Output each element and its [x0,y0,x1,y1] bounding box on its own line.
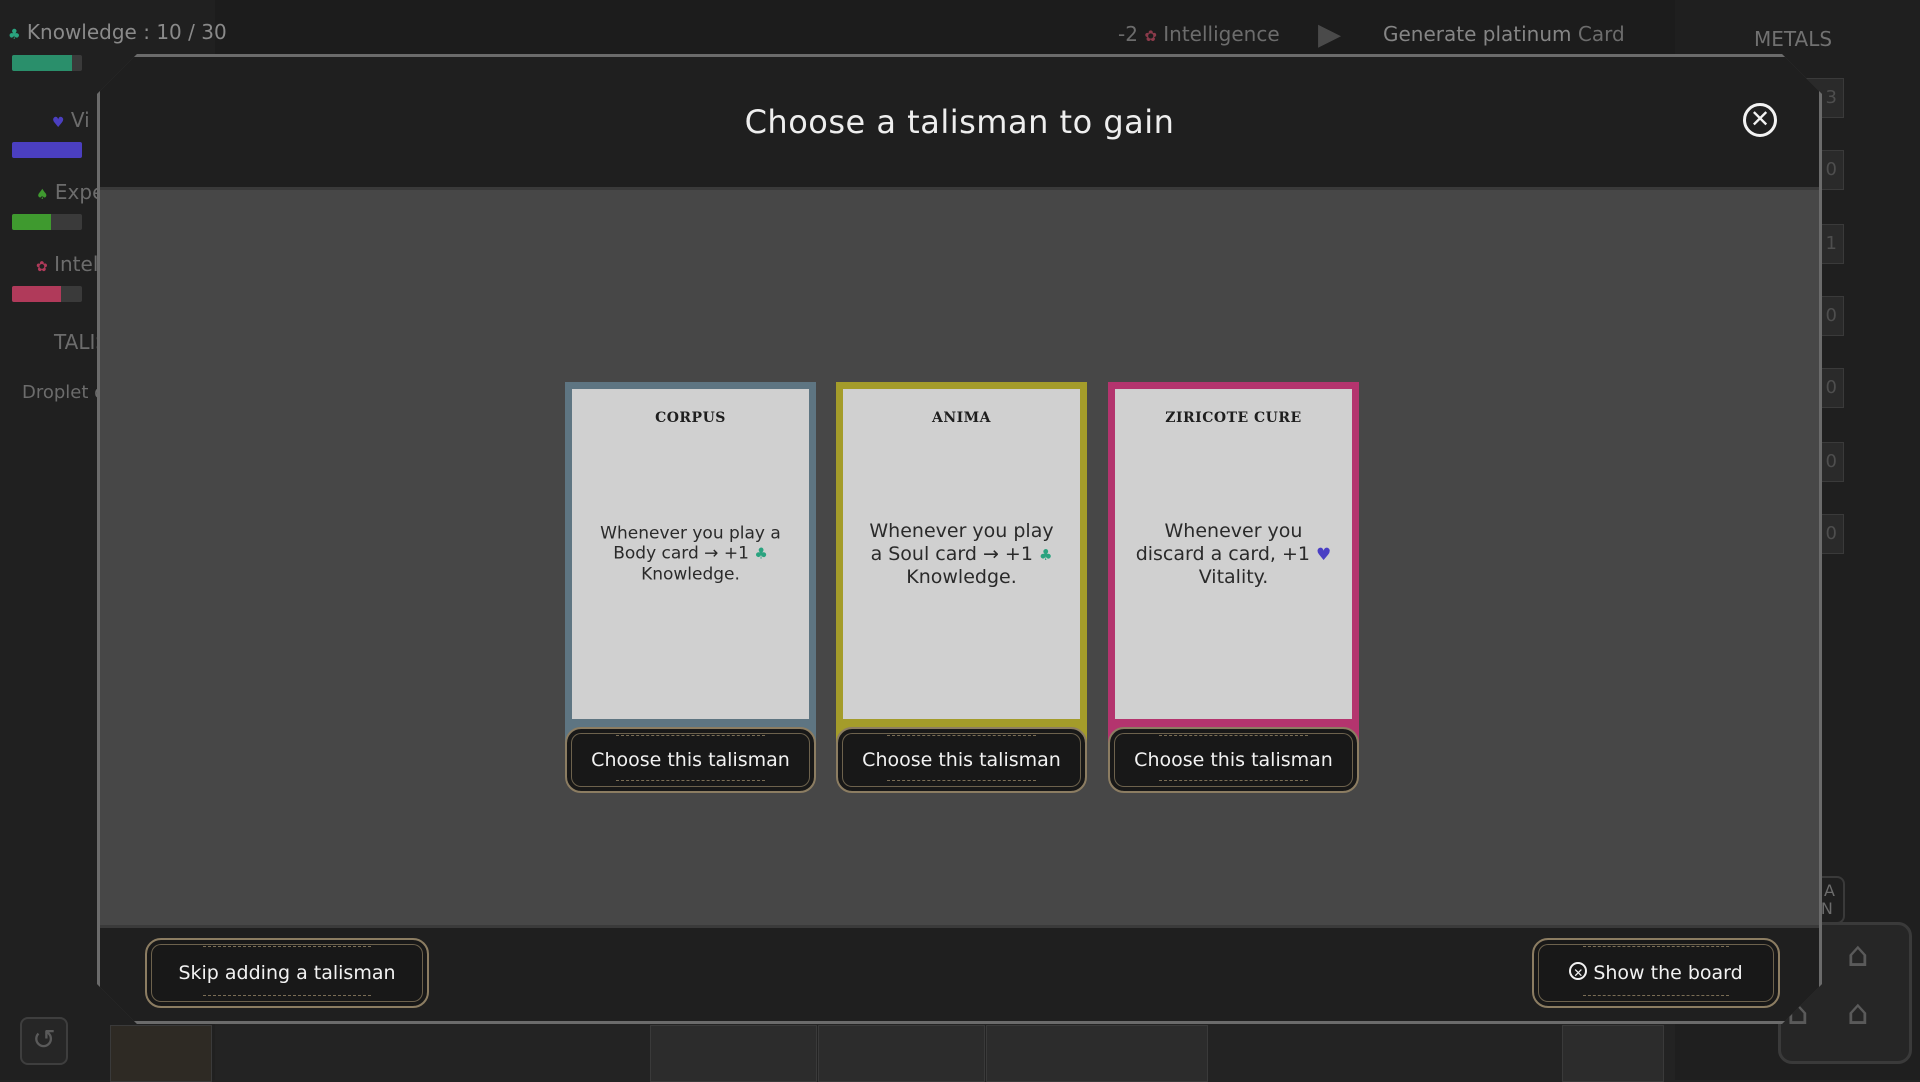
experience-bar [12,214,82,230]
vitality-gem-icon: ♥ [1316,544,1332,565]
intelligence-stat: ✿ Intel [36,252,99,276]
modal-footer: Skip adding a talisman ✕ Show the board [100,925,1819,1021]
card-description: Whenever you play a Body card → +1 ♣ Kno… [600,523,781,585]
card-face: ANIMA Whenever you play a Soul card → +1… [843,389,1080,719]
choose-ziricote-cure-button[interactable]: Choose this talisman [1108,727,1359,793]
talisman-modal: Choose a talisman to gain ✕ CORPUS Whene… [97,54,1822,1024]
vitality-bar [12,142,82,158]
choose-anima-button[interactable]: Choose this talisman [836,727,1087,793]
talisman-item: Droplet o [22,382,106,403]
show-board-button[interactable]: ✕ Show the board [1532,938,1780,1008]
deck-card [110,1025,212,1082]
card-name: ZIRICOTE CURE [1165,410,1302,426]
metals-heading: METALS [1754,27,1833,51]
arrow-icon: ▶ [1318,17,1342,52]
choose-corpus-button[interactable]: Choose this talisman [565,727,816,793]
top-cost: -2 ✿ Intelligence [1118,22,1280,46]
house-icon: ⌂ [1847,993,1869,1033]
card-face: ZIRICOTE CURE Whenever you discard a car… [1115,389,1352,719]
knowledge-bar [12,55,82,71]
card-description: Whenever you discard a card, +1 ♥ Vitali… [1135,519,1332,588]
knowledge-gem-icon: ♣ [754,544,768,563]
knowledge-stat: ♣ Knowledge : 10 / 30 [8,20,227,44]
hand-card [986,1025,1208,1082]
close-icon[interactable]: ✕ [1743,103,1777,137]
intelligence-icon: ✿ [36,259,48,275]
house-icon: ⌂ [1847,935,1869,975]
talisman-card-corpus[interactable]: CORPUS Whenever you play a Body card → +… [565,382,816,762]
vitality-gem-icon: ♥ [52,115,65,131]
intelligence-icon: ✿ [1144,27,1157,45]
knowledge-gem-icon: ♣ [8,27,21,43]
experience-icon: ♠ [36,187,49,203]
vitality-stat: ♥ Vi [52,108,90,132]
card-face: CORPUS Whenever you play a Body card → +… [572,389,809,719]
talisman-card-ziricote-cure[interactable]: ZIRICOTE CURE Whenever you discard a car… [1108,382,1359,762]
card-description: Whenever you play a Soul card → +1 ♣ Kno… [869,519,1054,588]
undo-icon[interactable]: ↺ [20,1017,68,1065]
modal-header: Choose a talisman to gain ✕ [100,57,1819,190]
experience-stat: ♠ Expe [36,180,105,204]
close-circle-icon: ✕ [1569,962,1587,980]
top-effect: Generate platinum Card [1383,22,1625,46]
talisman-card-anima[interactable]: ANIMA Whenever you play a Soul card → +1… [836,382,1087,762]
card-name: ANIMA [931,410,992,426]
intelligence-bar [12,286,82,302]
knowledge-gem-icon: ♣ [1038,545,1053,564]
hand-card [650,1025,817,1082]
skip-talisman-button[interactable]: Skip adding a talisman [145,938,429,1008]
card-name: CORPUS [655,410,726,426]
hand-card [1562,1025,1664,1082]
modal-title: Choose a talisman to gain [744,103,1175,141]
hand-card [818,1025,985,1082]
